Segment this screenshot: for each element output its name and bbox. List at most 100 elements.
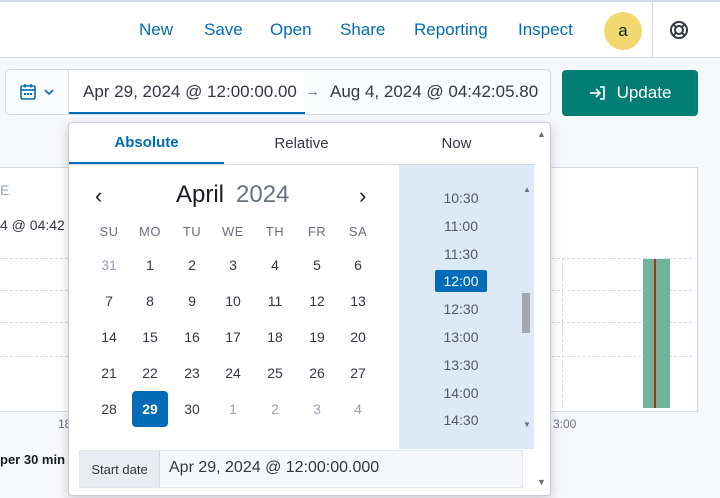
gridline	[0, 322, 68, 323]
panel-subtitle-fragment: 4 @ 04:42	[0, 217, 65, 233]
gridline	[0, 290, 68, 291]
calendar-day[interactable]: 18	[257, 319, 293, 355]
calendar-day[interactable]: 25	[257, 355, 293, 391]
time-scrollbar-thumb[interactable]	[522, 293, 530, 333]
panel-title-fragment: E	[0, 182, 10, 198]
calendar-day[interactable]: 28	[91, 391, 127, 427]
year-label[interactable]: 2024	[236, 181, 289, 209]
date-range-picker: Apr 29, 2024 @ 12:00:00.00 → Aug 4, 2024…	[5, 69, 551, 115]
calendar-day[interactable]: 6	[340, 247, 376, 283]
calendar-day[interactable]: 27	[340, 355, 376, 391]
gridline	[552, 322, 692, 323]
avatar-letter: a	[618, 21, 628, 40]
weekday-label: FR	[307, 224, 327, 239]
inspect-link[interactable]: Inspect	[518, 20, 573, 40]
time-option[interactable]: 14:00	[435, 382, 487, 404]
calendar-day[interactable]: 15	[132, 319, 168, 355]
calendar-day[interactable]: 8	[132, 283, 168, 319]
calendar-day[interactable]: 30	[174, 391, 210, 427]
axis-tick-fragment: 3:00	[553, 417, 577, 431]
quick-menu-button[interactable]	[6, 70, 69, 114]
scroll-down-icon[interactable]: ▼	[537, 477, 546, 487]
calendar-day[interactable]: 26	[299, 355, 335, 391]
time-option[interactable]: 12:00	[435, 270, 487, 293]
gridline-vertical	[562, 258, 563, 408]
reporting-link[interactable]: Reporting	[414, 20, 488, 40]
time-option[interactable]: 11:00	[435, 215, 487, 237]
chevron-down-icon	[44, 89, 54, 96]
time-option[interactable]: 11:30	[435, 243, 487, 265]
calendar-day[interactable]: 2	[174, 247, 210, 283]
update-button[interactable]: Update	[562, 70, 698, 116]
top-toolbar: New Save Open Share Reporting Inspect a	[0, 2, 720, 58]
time-list: 10:30 11:00 11:30 12:00 12:30 13:00 13:30 14:00…	[399, 165, 534, 449]
calendar-day[interactable]: 1	[132, 247, 168, 283]
calendar-day[interactable]: 7	[91, 283, 127, 319]
calendar-day[interactable]: 12	[299, 283, 335, 319]
calendar-day[interactable]: 24	[215, 355, 251, 391]
calendar-day[interactable]: 5	[299, 247, 335, 283]
tab-now[interactable]: Now	[379, 123, 534, 164]
calendar-day[interactable]: 14	[91, 319, 127, 355]
weekday-label: SU	[99, 224, 119, 239]
gridline	[552, 356, 692, 357]
absolute-date-popover: Absolute Relative Now ▲ ▼ ‹ April 2024 ›…	[68, 122, 551, 496]
calendar-day[interactable]: 20	[340, 319, 376, 355]
calendar-day[interactable]: 10	[215, 283, 251, 319]
gridline	[0, 258, 68, 259]
weekday-label: TH	[265, 224, 285, 239]
header-divider	[652, 2, 653, 57]
calendar-day[interactable]: 13	[340, 283, 376, 319]
scroll-up-icon[interactable]: ▲	[537, 129, 546, 139]
update-label: Update	[616, 83, 672, 102]
calendar-day[interactable]: 4	[257, 247, 293, 283]
start-date-row: Start date Apr 29, 2024 @ 12:00:00.000	[79, 450, 523, 488]
calendar-day[interactable]: 22	[132, 355, 168, 391]
weekday-label: TU	[182, 224, 202, 239]
time-option[interactable]: 12:30	[435, 298, 487, 320]
start-date-button[interactable]: Apr 29, 2024 @ 12:00:00.00	[69, 70, 305, 114]
time-scroll-down-icon[interactable]: ▼	[523, 420, 531, 429]
gridline	[0, 356, 68, 357]
time-option[interactable]: 13:00	[435, 326, 487, 348]
calendar-day[interactable]: 21	[91, 355, 127, 391]
save-link[interactable]: Save	[204, 20, 243, 40]
time-option[interactable]: 14:30	[435, 409, 487, 431]
refresh-arrow-icon	[589, 86, 605, 100]
time-scroll-up-icon[interactable]: ▲	[523, 185, 531, 194]
start-date-label: Start date	[80, 451, 160, 487]
calendar-day[interactable]: 23	[174, 355, 210, 391]
start-date-text: Apr 29, 2024 @ 12:00:00.00	[83, 82, 297, 101]
previous-month-button[interactable]: ‹	[95, 185, 102, 207]
calendar-day[interactable]: 11	[257, 283, 293, 319]
calendar-day[interactable]: 9	[174, 283, 210, 319]
start-date-input[interactable]: Apr 29, 2024 @ 12:00:00.000	[169, 459, 379, 477]
calendar-day[interactable]: 16	[174, 319, 210, 355]
user-avatar[interactable]: a	[604, 12, 642, 50]
calendar-day[interactable]: 29	[132, 391, 168, 427]
calendar-day[interactable]: 3	[299, 391, 335, 427]
tab-relative[interactable]: Relative	[224, 123, 379, 164]
weekday-label: WE	[222, 224, 244, 239]
calendar-day[interactable]: 31	[91, 247, 127, 283]
open-link[interactable]: Open	[270, 20, 312, 40]
time-option[interactable]: 10:30	[435, 187, 487, 209]
histogram-bar[interactable]	[643, 259, 670, 408]
new-link[interactable]: New	[139, 20, 173, 40]
tab-absolute[interactable]: Absolute	[69, 123, 224, 164]
interval-label-fragment: per 30 min	[0, 452, 66, 467]
month-label[interactable]: April	[176, 181, 224, 209]
calendar-day[interactable]: 17	[215, 319, 251, 355]
calendar-day[interactable]: 2	[257, 391, 293, 427]
share-link[interactable]: Share	[340, 20, 385, 40]
calendar-day[interactable]: 4	[340, 391, 376, 427]
next-month-button[interactable]: ›	[359, 185, 366, 207]
weekday-label: MO	[139, 224, 161, 239]
end-date-button[interactable]: Aug 4, 2024 @ 04:42:05.80	[330, 82, 538, 102]
calendar-day[interactable]: 3	[215, 247, 251, 283]
calendar-day[interactable]: 19	[299, 319, 335, 355]
calendar-day[interactable]: 1	[215, 391, 251, 427]
time-option[interactable]: 13:30	[435, 354, 487, 376]
calendar-icon	[20, 84, 36, 100]
lifebuoy-icon[interactable]	[669, 20, 689, 40]
